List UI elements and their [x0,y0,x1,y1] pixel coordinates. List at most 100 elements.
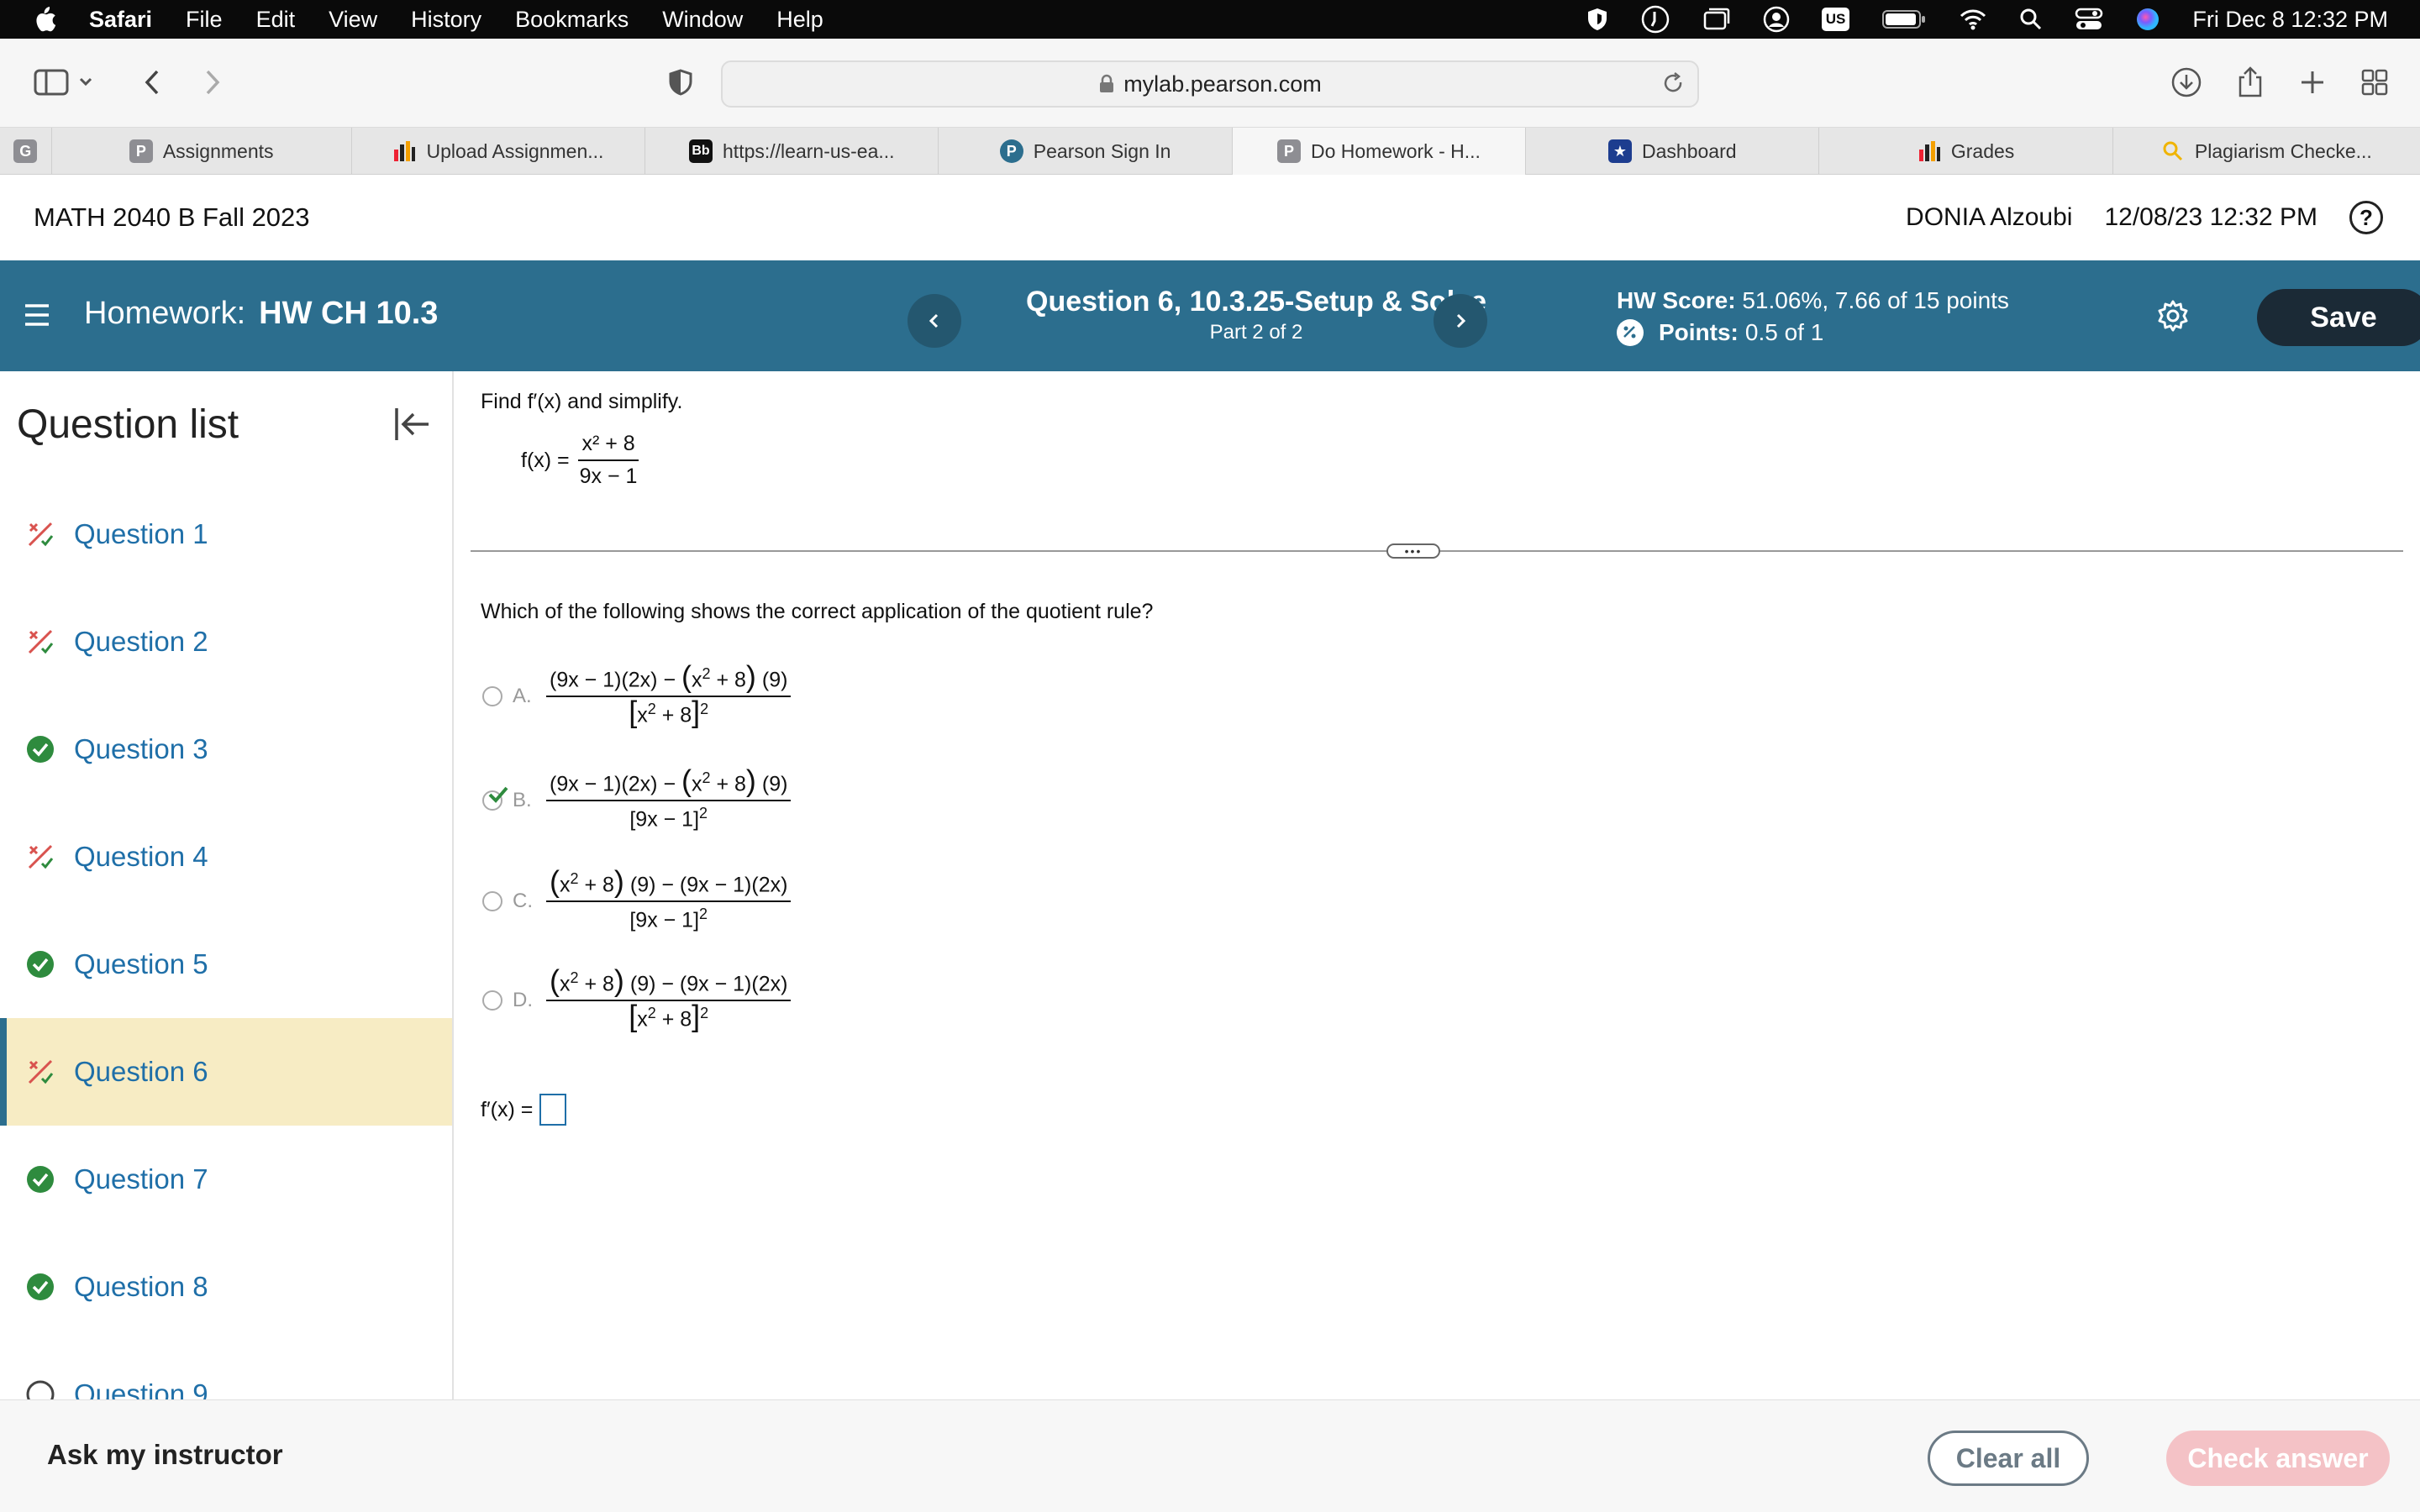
tab-google[interactable]: G [0,128,52,175]
menubar-clock[interactable]: Fri Dec 8 12:32 PM [2192,7,2388,33]
battery-icon[interactable] [1881,8,1927,30]
radio-button-a[interactable] [482,686,502,707]
question-list-item-1[interactable]: Question 1 [0,480,452,588]
hamburger-menu-icon[interactable] [24,302,50,328]
footer-bar: Ask my instructor Clear all Check answer [0,1399,2420,1512]
control-center-icon[interactable] [2075,7,2103,32]
menu-safari[interactable]: Safari [89,7,152,33]
address-bar[interactable]: mylab.pearson.com [721,60,1699,108]
question-list-item-6[interactable]: Question 6 [0,1018,452,1126]
tab-upload-assignment[interactable]: Upload Assignmen... [352,128,646,175]
privacy-shield-icon[interactable] [659,60,702,104]
question-list-item-4[interactable]: Question 4 [0,803,452,911]
radio-button-b[interactable] [482,787,508,811]
siri-icon[interactable] [2135,7,2160,32]
clear-all-button[interactable]: Clear all [1928,1431,2089,1486]
option-c[interactable]: C. (x2 + 8) (9) − (9x − 1)(2x) [9x − 1]2 [482,866,792,933]
option-a[interactable]: A. (9x − 1)(2x) − (x2 + 8) (9) [x2 + 8]2 [482,661,792,728]
tab-assignments[interactable]: P Assignments [52,128,352,175]
question-list-item-8[interactable]: Question 8 [0,1233,452,1341]
pearson-logo-icon: P [999,139,1023,163]
window-icon[interactable] [1702,7,1731,32]
answer-input-box[interactable] [539,1094,567,1126]
function-expression: f(x) = x² + 8 9x − 1 [521,432,640,489]
tab-blackboard[interactable]: Bb https://learn-us-ea... [645,128,939,175]
tab-label: Assignments [162,139,274,162]
partial-credit-icon [24,840,57,874]
option-d[interactable]: D. (x2 + 8) (9) − (9x − 1)(2x) [x2 + 8]2 [482,965,792,1032]
hw-score: HW Score: 51.06%, 7.66 of 15 points [1617,287,2009,314]
tab-plagiarism-checker[interactable]: Plagiarism Checke... [2113,128,2420,175]
back-icon[interactable] [131,60,175,104]
option-d-fraction: (x2 + 8) (9) − (9x − 1)(2x) [x2 + 8]2 [546,965,792,1032]
course-header: MATH 2040 B Fall 2023 DONIA Alzoubi 12/0… [0,175,2420,260]
question-link: Question 5 [74,948,208,979]
menu-edit[interactable]: Edit [256,7,296,33]
tab-pearson-sign-in[interactable]: P Pearson Sign In [939,128,1233,175]
sidebar-toggle-icon[interactable] [32,60,99,104]
correct-check-icon [24,1270,57,1304]
tab-label: Upload Assignmen... [426,139,604,162]
question-link: Question 8 [74,1271,208,1302]
radio-button-c[interactable] [482,891,502,912]
question-link: Question 3 [74,733,208,764]
option-letter: B. [513,789,532,812]
downloads-icon[interactable] [2165,60,2208,104]
collapse-sidebar-icon[interactable] [393,405,432,444]
function-numerator: x² + 8 [578,432,639,461]
menu-bookmarks[interactable]: Bookmarks [515,7,629,33]
radio-button-d[interactable] [482,990,502,1011]
user-icon[interactable] [1763,6,1790,33]
new-tab-icon[interactable] [2291,60,2334,104]
check-answer-button[interactable]: Check answer [2166,1431,2390,1486]
previous-question-button[interactable] [908,294,961,348]
question-list-item-9[interactable]: Question 9 [0,1341,452,1399]
help-icon[interactable]: ? [2349,201,2383,234]
option-c-fraction: (x2 + 8) (9) − (9x − 1)(2x) [9x − 1]2 [546,866,792,933]
wifi-icon[interactable] [1959,8,1987,31]
gear-icon[interactable] [2156,299,2190,333]
menu-help[interactable]: Help [776,7,823,33]
question-list-title: Question list [17,402,239,447]
url-text: mylab.pearson.com [1123,71,1322,97]
apple-icon[interactable] [32,5,57,34]
input-source-badge[interactable]: US [1821,8,1850,31]
resize-handle[interactable]: ••• [1386,543,1440,559]
menu-window[interactable]: Window [662,7,743,33]
function-denominator: 9x − 1 [579,465,638,488]
course-title: MATH 2040 B Fall 2023 [34,202,310,232]
tab-overview-icon[interactable] [2353,60,2396,104]
pearson-favicon-icon: P [1276,139,1301,163]
question-list-item-7[interactable]: Question 7 [0,1126,452,1233]
next-question-button[interactable] [1434,294,1487,348]
question-list-item-5[interactable]: Question 5 [0,911,452,1018]
menu-file[interactable]: File [186,7,223,33]
magnifier-favicon-icon [2161,139,2185,163]
unanswered-circle-icon [24,1378,57,1399]
timer-icon[interactable] [1640,4,1670,34]
question-list-sidebar: Question list Question 1 Question 2 Ques… [0,371,454,1399]
question-list-item-3[interactable]: Question 3 [0,696,452,803]
spotlight-search-icon[interactable] [2019,8,2043,31]
save-button[interactable]: Save [2257,289,2420,346]
question-link: Question 4 [74,841,208,872]
forward-icon[interactable] [190,60,234,104]
ask-instructor-link[interactable]: Ask my instructor [47,1439,283,1471]
shield-icon[interactable] [1586,7,1608,32]
points-value: 0.5 of 1 [1744,319,1824,345]
pearson-favicon-icon: P [129,139,153,163]
tab-dashboard[interactable]: ★ Dashboard [1526,128,1820,175]
tab-do-homework[interactable]: P Do Homework - H... [1232,128,1527,175]
correct-check-icon [24,732,57,766]
question-link: Question 1 [74,518,208,549]
question-list-item-2[interactable]: Question 2 [0,588,452,696]
menu-view[interactable]: View [329,7,377,33]
share-icon[interactable] [2228,60,2272,104]
menu-history[interactable]: History [411,7,481,33]
reload-icon[interactable] [1660,71,1686,96]
option-b[interactable]: B. (9x − 1)(2x) − (x2 + 8) (9) [9x − 1]2 [482,765,792,832]
bar-chart-favicon-icon [392,139,416,163]
tab-grades[interactable]: Grades [1819,128,2113,175]
function-lhs: f(x) = [521,448,570,472]
tab-label: Do Homework - H... [1310,139,1481,162]
